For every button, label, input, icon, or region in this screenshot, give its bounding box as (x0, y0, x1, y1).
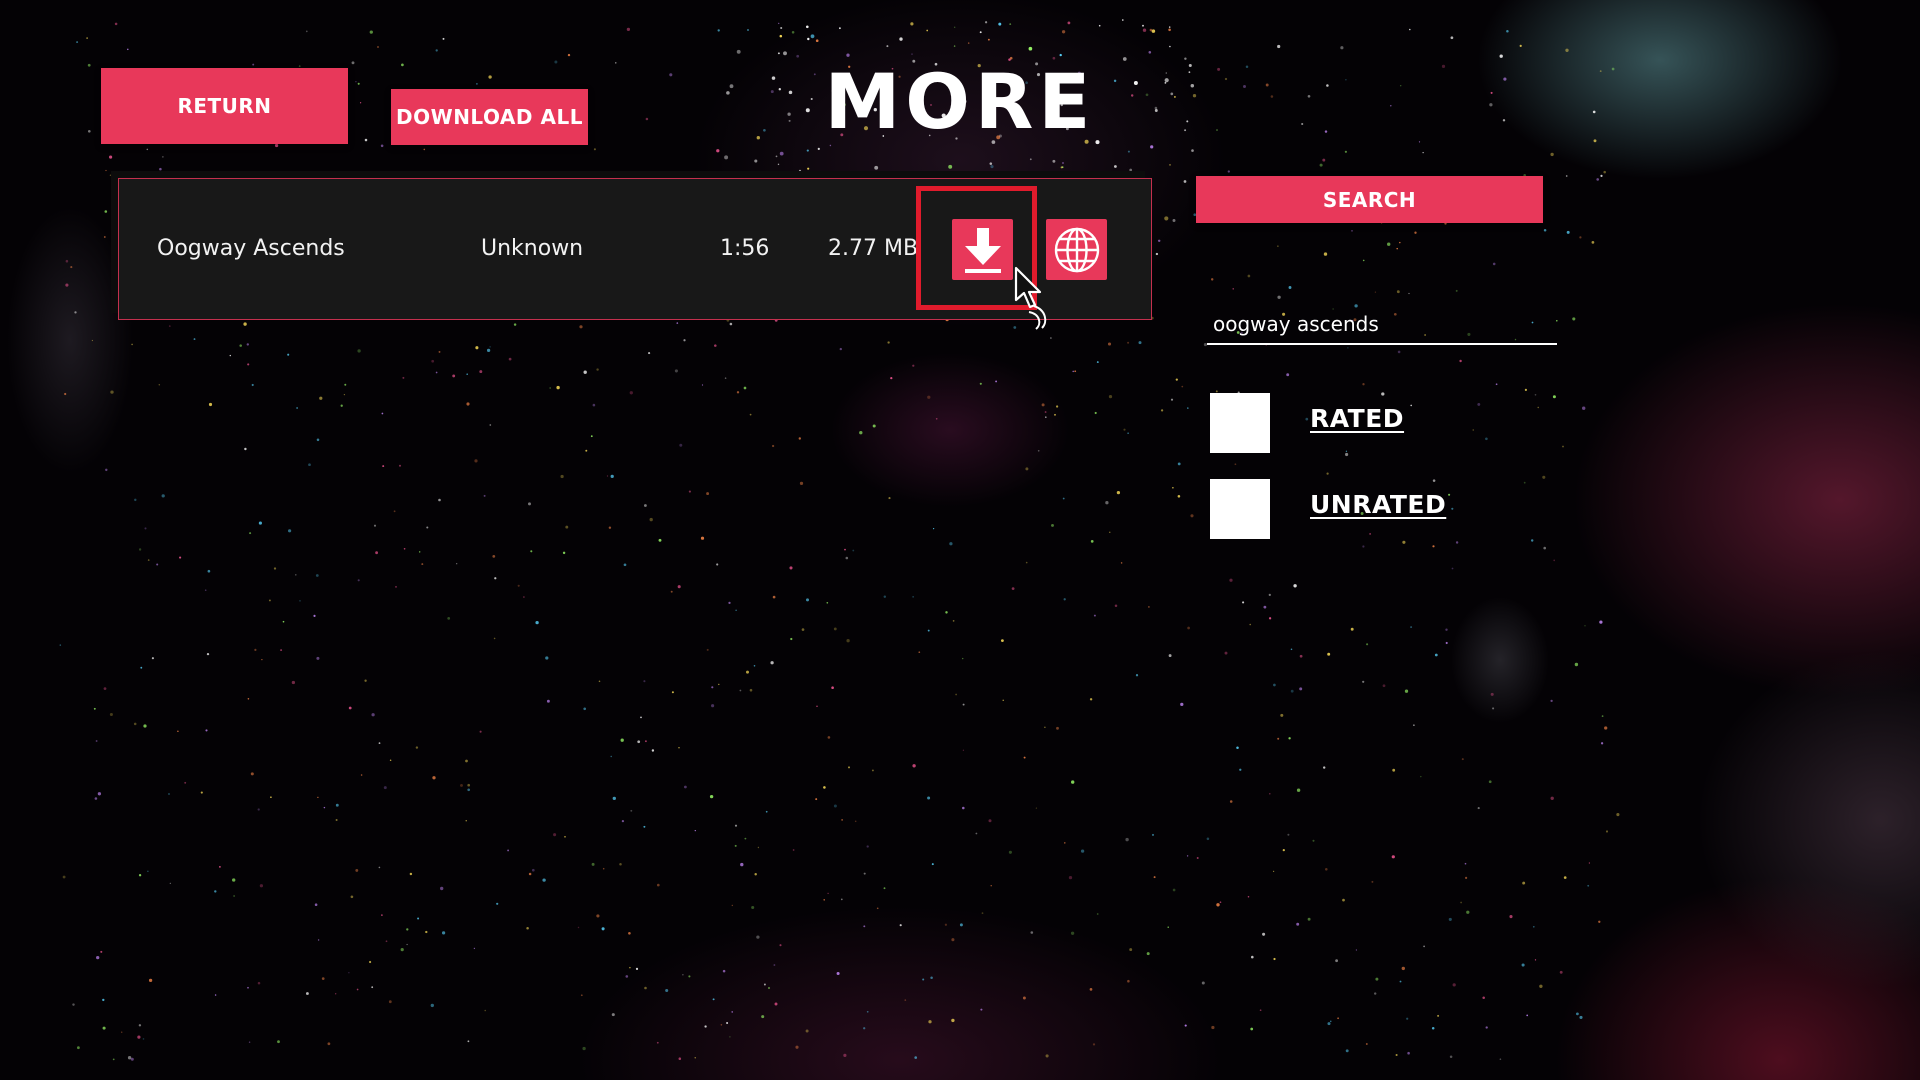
song-name: Oogway Ascends (157, 236, 345, 261)
return-button[interactable]: RETURN (101, 68, 348, 144)
search-button[interactable]: SEARCH (1196, 176, 1543, 223)
rated-filter-label[interactable]: RATED (1310, 404, 1404, 433)
globe-icon (1054, 227, 1099, 272)
song-duration: 1:56 (720, 236, 770, 261)
song-download-button[interactable] (952, 219, 1013, 280)
song-size: 2.77 MB (828, 236, 919, 261)
download-all-button[interactable]: DOWNLOAD ALL (391, 89, 588, 145)
song-row: Oogway Ascends Unknown 1:56 2.77 MB (118, 178, 1152, 320)
unrated-filter-label[interactable]: UNRATED (1310, 490, 1446, 519)
unrated-checkbox[interactable] (1210, 479, 1270, 539)
page-title: MORE SONGS (797, 57, 1117, 246)
search-input[interactable] (1207, 305, 1557, 345)
song-artist: Unknown (481, 236, 584, 261)
song-web-button[interactable] (1046, 219, 1107, 280)
rated-checkbox[interactable] (1210, 393, 1270, 453)
download-icon (964, 227, 1001, 273)
